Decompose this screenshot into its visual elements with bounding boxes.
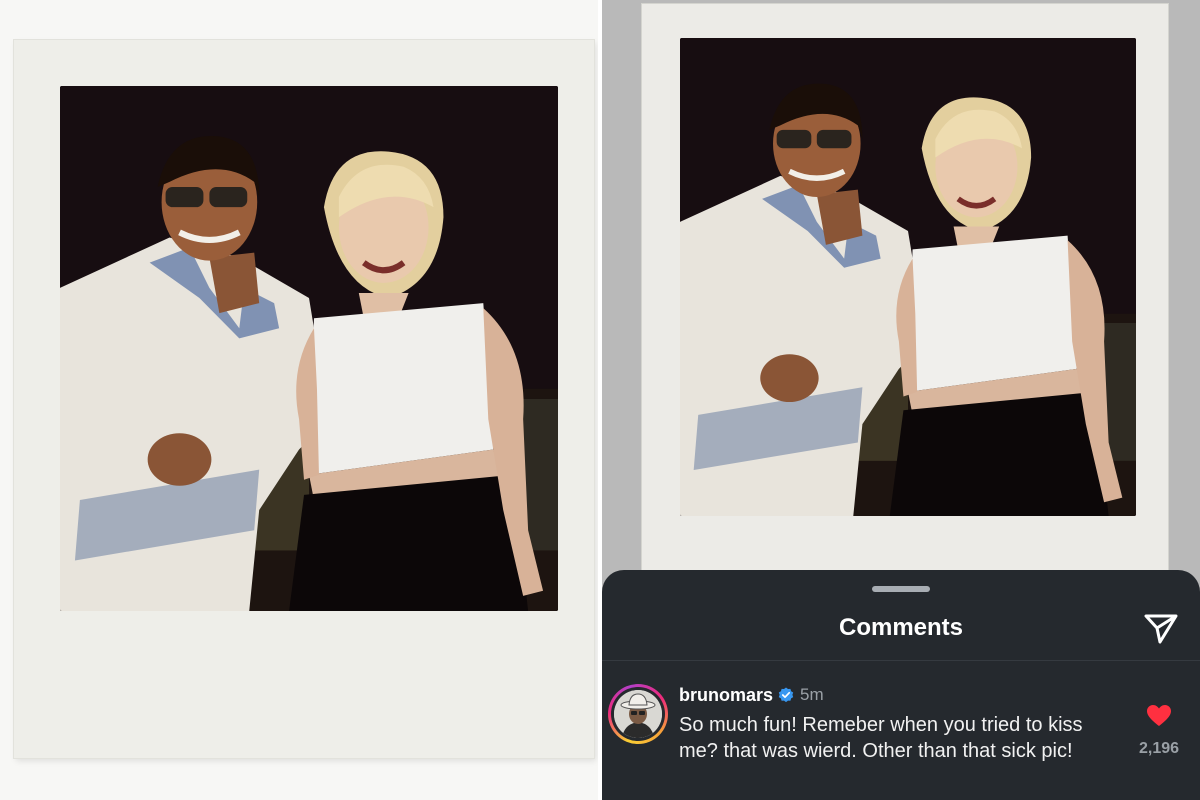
polaroid-frame-right [642,4,1168,600]
comment-text: So much fun! Remeber when you tried to k… [679,714,1083,762]
polaroid-frame-left [14,40,594,758]
story-ring[interactable] [608,684,668,744]
comment-item: brunomars 5m So much fun! Remeber when y… [602,680,1200,800]
photo-illustration-right [680,38,1136,516]
share-button[interactable] [1140,610,1180,646]
photo-illustration-left [60,86,558,611]
paper-plane-icon [1144,614,1178,644]
polaroid-photo-left [60,86,558,611]
comment-header: brunomars 5m [679,684,824,706]
comment-username[interactable]: brunomars [679,685,773,706]
like-count: 2,196 [1138,740,1180,757]
left-photo-panel [0,0,598,800]
right-screenshot-panel: Comments brunomars 5m So much fun! Remeb… [602,0,1200,800]
comments-sheet: Comments brunomars 5m So much fun! Remeb… [602,570,1200,800]
like-button[interactable] [1146,704,1172,728]
avatar-image [614,690,662,738]
avatar[interactable] [614,690,662,738]
verified-badge-icon [778,687,794,703]
sheet-divider [602,660,1200,661]
polaroid-photo-right[interactable] [680,38,1136,516]
heart-icon [1147,705,1171,726]
comment-timestamp: 5m [800,685,824,704]
sheet-title: Comments [838,614,964,641]
sheet-drag-handle[interactable] [872,586,930,592]
